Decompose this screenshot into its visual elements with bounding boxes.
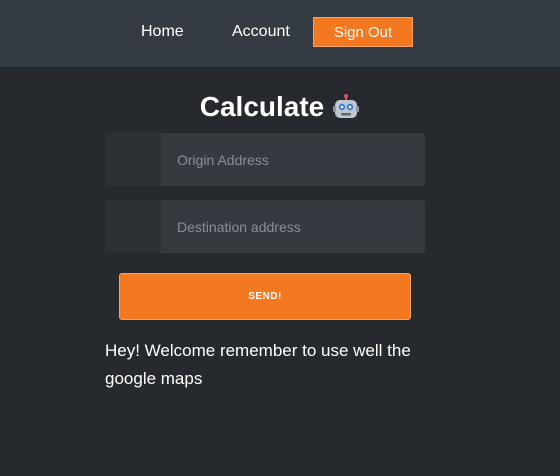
sign-out-button[interactable]: Sign Out <box>313 17 413 47</box>
destination-address-input[interactable] <box>161 200 425 253</box>
origin-address-input[interactable] <box>161 133 425 186</box>
robot-icon <box>332 93 360 121</box>
nav-account-link[interactable]: Account <box>232 22 290 42</box>
nav-home-link[interactable]: Home <box>141 22 184 42</box>
destination-addon <box>105 200 161 253</box>
page-title: Calculate <box>199 91 325 122</box>
origin-addon <box>105 133 161 186</box>
title-row: Calculate <box>0 90 560 124</box>
send-button[interactable]: SEND! <box>119 273 411 320</box>
destination-field <box>105 200 425 253</box>
navbar: Home Account Sign Out <box>0 0 560 67</box>
origin-field <box>105 133 425 186</box>
welcome-message: Hey! Welcome remember to use well the go… <box>105 341 411 388</box>
